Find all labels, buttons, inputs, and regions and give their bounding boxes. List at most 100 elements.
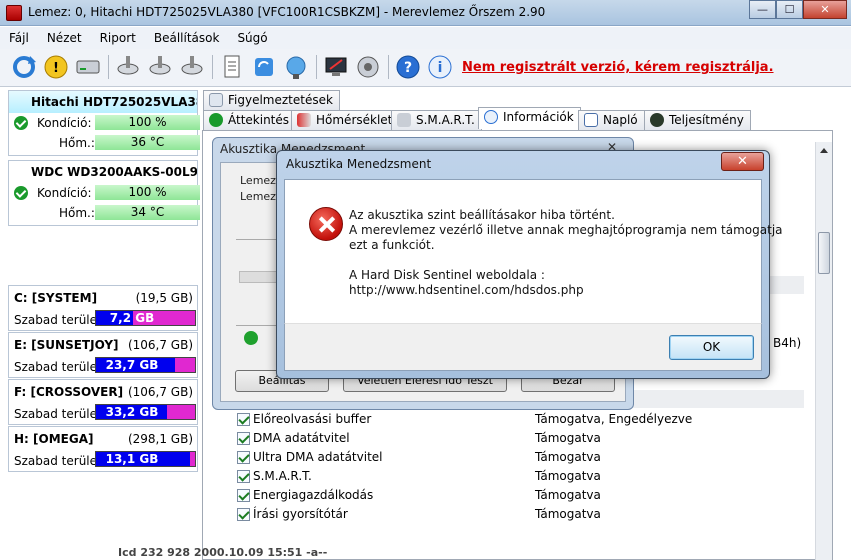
disk-tool3-icon[interactable] bbox=[178, 53, 206, 81]
log-icon bbox=[584, 113, 598, 127]
title-bar: Lemez: 0, Hitachi HDT725025VLA380 [VFC10… bbox=[0, 0, 851, 26]
monitor-icon[interactable] bbox=[322, 53, 350, 81]
info-icon[interactable]: i bbox=[426, 53, 454, 81]
up-arrow-icon bbox=[244, 331, 258, 345]
condition-label: Kondíció: bbox=[37, 186, 92, 200]
close-window-button[interactable]: ✕ bbox=[803, 0, 847, 19]
tab-smart[interactable]: S.M.A.R.T. bbox=[391, 110, 482, 130]
free-space-label: Szabad terület bbox=[14, 360, 102, 374]
maximize-button[interactable]: ☐ bbox=[776, 0, 803, 19]
window-title: Lemez: 0, Hitachi HDT725025VLA380 [VFC10… bbox=[28, 5, 546, 19]
menu-view[interactable]: Nézet bbox=[38, 27, 91, 49]
dialog-title: Akusztika Menedzsment bbox=[286, 157, 432, 171]
feature-checkbox bbox=[237, 432, 250, 445]
tab-temperature[interactable]: Hőmérséklet bbox=[291, 110, 400, 130]
close-button[interactable]: ✕ bbox=[721, 152, 764, 171]
free-space-label: Szabad terület bbox=[14, 407, 102, 421]
feature-value: Támogatva bbox=[535, 431, 601, 445]
condition-label: Kondíció: bbox=[37, 116, 92, 130]
ok-button[interactable]: OK bbox=[669, 335, 754, 360]
check-icon bbox=[14, 116, 28, 130]
feature-value: Támogatva bbox=[535, 488, 601, 502]
warning-icon[interactable]: ! bbox=[42, 53, 70, 81]
error-message-line-2: A merevlemez vezérlő illetve annak megha… bbox=[349, 223, 783, 237]
tab-label: Figyelmeztetések bbox=[228, 93, 333, 107]
feature-name: Ultra DMA adatátvitel bbox=[253, 450, 383, 464]
tab-log[interactable]: Napló bbox=[578, 110, 645, 130]
feature-value: Támogatva bbox=[535, 507, 601, 521]
window-controls: — ☐ ✕ bbox=[749, 0, 847, 20]
app-icon bbox=[6, 5, 22, 21]
feature-name: DMA adatátvitel bbox=[253, 431, 350, 445]
temperature-label: Hőm.: bbox=[59, 136, 95, 150]
speaker-icon[interactable] bbox=[354, 53, 382, 81]
drive-card-h[interactable]: H: [OMEGA] (298,1 GB) Szabad terület 13,… bbox=[8, 426, 198, 472]
drive-name: F: [CROSSOVER] bbox=[14, 385, 124, 399]
drive-size: (298,1 GB) bbox=[127, 432, 193, 446]
disk-icon bbox=[397, 113, 411, 127]
gauge-icon bbox=[650, 113, 664, 127]
error-message-line-3: ezt a funkciót. bbox=[349, 238, 435, 252]
feature-checkbox bbox=[237, 413, 250, 426]
drive-size: (106,7 GB) bbox=[127, 338, 193, 352]
tab-overview[interactable]: Áttekintés bbox=[203, 110, 297, 130]
register-link[interactable]: Nem regisztrált verzió, kérem regisztrál… bbox=[462, 60, 774, 75]
tab-performance[interactable]: Teljesítmény bbox=[644, 110, 751, 130]
condition-row: Kondíció: 100 % bbox=[9, 183, 200, 203]
tab-label: Áttekintés bbox=[228, 113, 290, 127]
website-url: http://www.hdsentinel.com/hdsdos.php bbox=[349, 283, 584, 297]
menu-help[interactable]: Súgó bbox=[228, 27, 276, 49]
feature-checkbox bbox=[237, 451, 250, 464]
website-label: A Hard Disk Sentinel weboldala : bbox=[349, 268, 545, 282]
error-dialog: Akusztika Menedzsment ✕ Az akusztika szi… bbox=[276, 150, 783, 379]
feature-checkbox bbox=[237, 508, 250, 521]
tab-info[interactable]: Információk bbox=[478, 107, 581, 129]
disk-tool-icon[interactable] bbox=[114, 53, 142, 81]
feature-value: Támogatva bbox=[535, 469, 601, 483]
drive-size: (19,5 GB) bbox=[135, 291, 193, 305]
menu-report[interactable]: Riport bbox=[91, 27, 145, 49]
truncated-row-text: Icd 232 928 2000.10.09 15:51 -a-- bbox=[118, 546, 328, 559]
disk-tool2-icon[interactable] bbox=[146, 53, 174, 81]
feature-row: Energiagazdálkodás Támogatva bbox=[237, 487, 807, 506]
minimize-button[interactable]: — bbox=[749, 0, 776, 19]
feature-name: S.M.A.R.T. bbox=[253, 469, 312, 483]
condition-value: 100 % bbox=[95, 185, 200, 200]
free-space-label: Szabad terület bbox=[14, 454, 102, 468]
drive-card-e[interactable]: E: [SUNSETJOY] (106,7 GB) Szabad terület… bbox=[8, 332, 198, 378]
tab-label: Hőmérséklet bbox=[316, 113, 393, 127]
tab-warnings[interactable]: Figyelmeztetések bbox=[203, 90, 340, 110]
scrollbar[interactable] bbox=[815, 142, 832, 560]
feature-row: S.M.A.R.T. Támogatva bbox=[237, 468, 807, 487]
svg-text:?: ? bbox=[404, 60, 412, 76]
disk-card-hitachi[interactable]: Hitachi HDT725025VLA380 (2 Kondíció: 100… bbox=[8, 90, 200, 156]
feature-name: Energiagazdálkodás bbox=[253, 488, 374, 502]
disk-card-wdc[interactable]: WDC WD3200AAKS-00L9A0 Kondíció: 100 % Hő… bbox=[8, 160, 200, 226]
feature-row: Előreolvasási buffer Támogatva, Engedély… bbox=[237, 411, 807, 430]
menu-file[interactable]: Fájl bbox=[0, 27, 38, 49]
check-icon bbox=[209, 113, 223, 127]
report-icon[interactable] bbox=[218, 53, 246, 81]
feature-name: Előreolvasási buffer bbox=[253, 412, 372, 426]
temperature-label: Hőm.: bbox=[59, 206, 95, 220]
check-icon bbox=[14, 186, 28, 200]
free-space-label: Szabad terület bbox=[14, 313, 102, 327]
warnings-icon bbox=[209, 93, 223, 107]
scroll-thumb[interactable] bbox=[818, 232, 830, 274]
menu-settings[interactable]: Beállítások bbox=[145, 27, 229, 49]
svg-text:i: i bbox=[438, 60, 443, 76]
temperature-value: 36 °C bbox=[95, 135, 200, 150]
help-icon[interactable]: ? bbox=[394, 53, 422, 81]
network-icon[interactable] bbox=[282, 53, 310, 81]
tab-label: Teljesítmény bbox=[669, 113, 744, 127]
temperature-row: Hőm.: 34 °C bbox=[9, 203, 200, 223]
drive-card-f[interactable]: F: [CROSSOVER] (106,7 GB) Szabad terület… bbox=[8, 379, 198, 425]
drive-card-c[interactable]: C: [SYSTEM] (19,5 GB) Szabad terület 7,2… bbox=[8, 285, 198, 331]
feature-checkbox bbox=[237, 470, 250, 483]
harddisk-icon[interactable] bbox=[74, 53, 102, 81]
refresh-icon[interactable] bbox=[10, 53, 38, 81]
scroll-up-icon[interactable] bbox=[820, 148, 828, 153]
free-space-value: 23,7 GB bbox=[105, 358, 159, 372]
feature-row: DMA adatátvitel Támogatva bbox=[237, 430, 807, 449]
sync-icon[interactable] bbox=[250, 53, 278, 81]
